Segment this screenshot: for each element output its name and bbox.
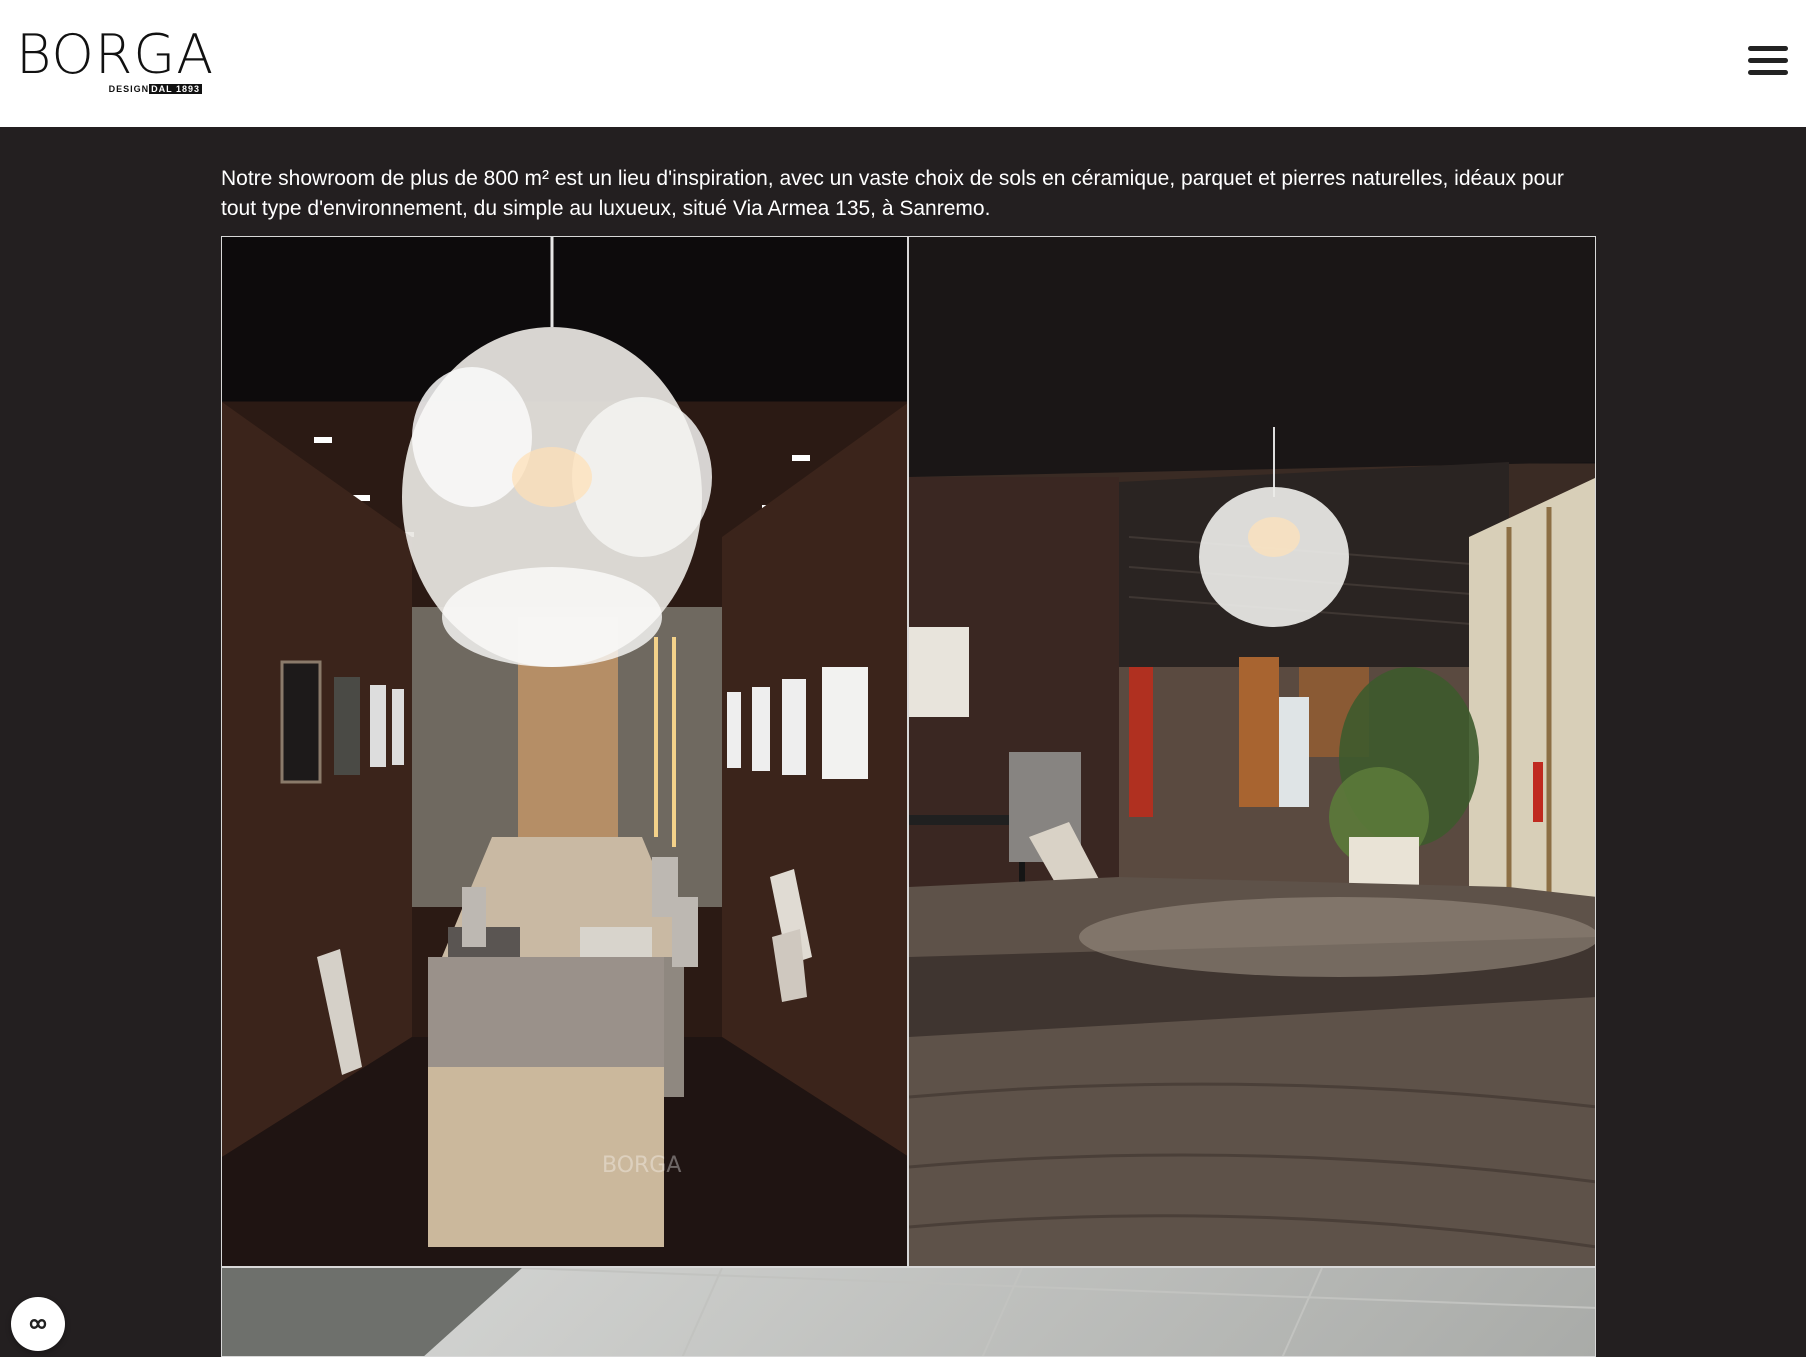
site-header: BORGA DESIGN DAL 1893 [0,0,1806,127]
hamburger-menu-icon[interactable] [1748,46,1788,80]
logo-tagline: DESIGN DAL 1893 [108,84,202,94]
logo-wordmark: BORGA [16,23,215,86]
showroom-photo-corridor[interactable]: BORGA [221,236,908,1267]
borga-logo[interactable]: BORGA DESIGN DAL 1893 [16,28,213,96]
ceiling-photo-graphic [222,1268,1595,1356]
showroom-photo-hall[interactable] [908,236,1596,1267]
showroom-photo-ceiling[interactable] [221,1267,1596,1357]
hall-photo-graphic [909,237,1595,1266]
corridor-photo-graphic: BORGA [222,237,907,1266]
infinity-glyph [29,1319,47,1329]
borga-watermark: BORGA [602,1153,681,1178]
showroom-intro-text: Notre showroom de plus de 800 m² est un … [221,167,1564,220]
chat-infinity-icon[interactable] [11,1297,65,1351]
